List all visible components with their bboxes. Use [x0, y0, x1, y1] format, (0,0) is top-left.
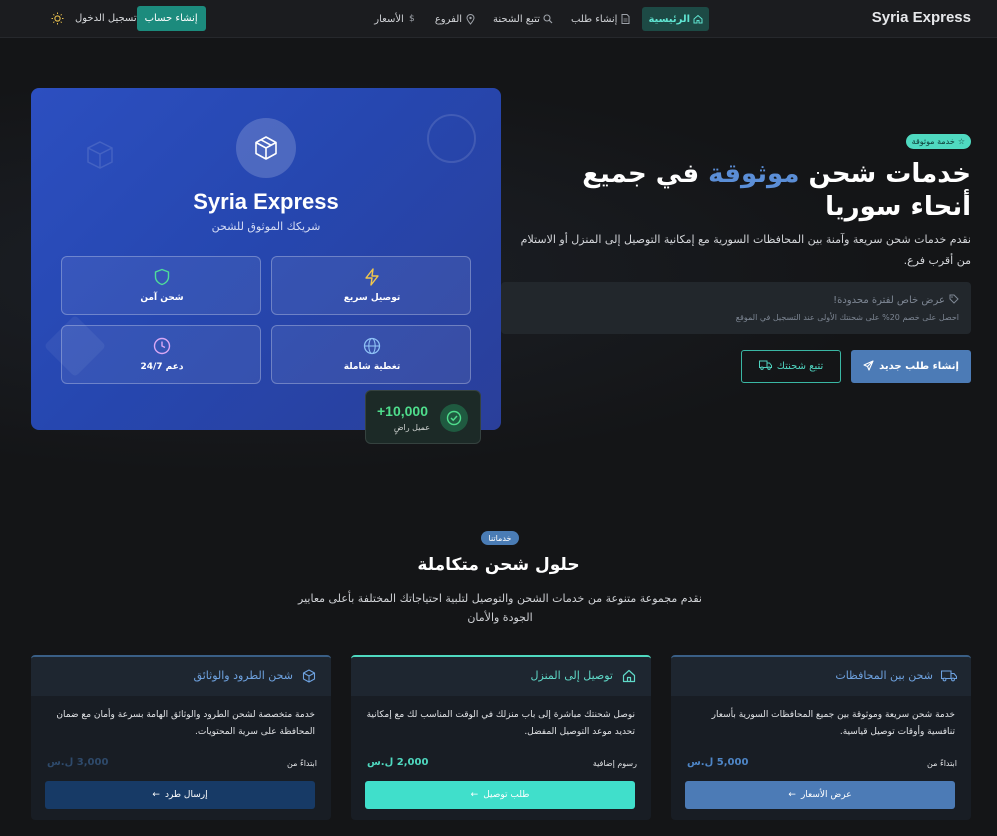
feature-label: دعم 24/7 [140, 362, 184, 372]
price-value: 5,000 ل.س [687, 757, 749, 768]
arrow-left-icon: ← [152, 790, 160, 800]
search-icon [543, 14, 553, 24]
feature-label: تغطية شاملة [343, 362, 401, 372]
view-prices-button[interactable]: عرض الأسعار ← [685, 781, 955, 809]
nav-actions: إنشاء حساب تسجيل الدخول [31, 6, 206, 31]
nav-link-label: إنشاء طلب [570, 13, 618, 25]
hero-brand-card: Syria Express شريكك الموثوق للشحن توصيل … [31, 88, 501, 430]
nav-links: الرئيسية إنشاء طلب تتبع الشحنة الفروع $ … [368, 7, 709, 31]
nav-link-track[interactable]: تتبع الشحنة [487, 7, 559, 31]
button-label: إنشاء طلب جديد [879, 361, 959, 372]
send-icon [863, 359, 874, 374]
offer-title-text: عرض خاص لفترة محدودة! [833, 295, 945, 306]
price-label: رسوم إضافية [592, 759, 637, 768]
service-card-title: شحن بين المحافظات [835, 669, 933, 682]
hero-description: نقدم خدمات شحن سريعة وآمنة بين المحافظات… [520, 233, 971, 267]
button-label: عرض الأسعار [800, 790, 852, 800]
truck-icon [941, 668, 957, 684]
card-title: Syria Express [193, 189, 339, 214]
globe-icon [272, 337, 472, 355]
clock-icon [62, 337, 262, 355]
service-card-text: خدمة شحن سريعة وموثوقة بين جميع المحافظا… [711, 710, 955, 737]
feature-fast-delivery: توصيل سريع [271, 256, 471, 315]
service-card-header: شحن بين المحافظات [671, 657, 971, 696]
lightning-icon [272, 268, 472, 286]
stat-value: +10,000 [377, 403, 428, 419]
service-card-text: نوصل شحنتك مباشرة إلى باب منزلك في الوقت… [366, 710, 635, 737]
decorative-circle [427, 114, 476, 163]
home-icon [693, 14, 703, 24]
service-card-text: خدمة متخصصة لشحن الطرود والوثائق الهامة … [56, 710, 315, 737]
price-value: 3,000 ل.س [47, 757, 109, 768]
service-card-title: شحن الطرود والوثائق [193, 669, 293, 682]
nav-link-label: الأسعار [374, 13, 404, 25]
service-card-parcels: شحن الطرود والوثائق خدمة متخصصة لشحن الط… [31, 655, 331, 820]
brand-logo[interactable]: Syria Express [872, 9, 971, 26]
offer-title: عرض خاص لفترة محدودة! [833, 294, 959, 307]
nav-link-home[interactable]: الرئيسية [642, 7, 709, 31]
request-delivery-button[interactable]: طلب توصيل ← [365, 781, 635, 809]
feature-support: دعم 24/7 [61, 325, 261, 384]
service-card-header: شحن الطرود والوثائق [31, 657, 331, 696]
feature-label: توصيل سريع [343, 293, 401, 303]
price-label: ابتداءً من [287, 759, 317, 768]
nav-link-label: الرئيسية [648, 13, 690, 25]
services-title: حلول شحن متكاملة [417, 555, 580, 575]
title-part: خدمات شحن [799, 159, 971, 189]
services-tag: خدماتنا [481, 531, 519, 545]
star-icon: ☆ [957, 137, 965, 146]
price-label: ابتداءً من [927, 759, 957, 768]
login-link[interactable]: تسجيل الدخول [75, 13, 137, 24]
arrow-left-icon: ← [470, 790, 479, 800]
service-card-home-delivery: توصيل إلى المنزل نوصل شحنتك مباشرة إلى ب… [351, 655, 651, 820]
box-icon [301, 668, 317, 684]
title-highlight: موثوقة [708, 159, 800, 189]
service-card-intercity: شحن بين المحافظات خدمة شحن سريعة وموثوقة… [671, 655, 971, 820]
offer-text: احصل على خصم 20% على شحنتك الأولى عند ال… [735, 313, 959, 322]
nav-link-prices[interactable]: $ الأسعار [368, 7, 423, 31]
create-new-order-button[interactable]: إنشاء طلب جديد [851, 350, 971, 383]
badge-label: خدمة موثوقة [911, 137, 955, 146]
send-parcel-button[interactable]: إرسال طرد ← [45, 781, 315, 809]
button-label: تتبع شحنتك [776, 361, 824, 372]
truck-icon [758, 360, 772, 373]
navbar: Syria Express الرئيسية إنشاء طلب تتبع ال… [0, 0, 997, 38]
feature-full-coverage: تغطية شاملة [271, 325, 471, 384]
check-circle-icon [440, 404, 468, 432]
special-offer-box: عرض خاص لفترة محدودة! احصل على خصم 20% ع… [501, 282, 971, 334]
feature-label: شحن آمن [140, 293, 184, 303]
card-subtitle: شريكك الموثوق للشحن [211, 220, 321, 233]
satisfied-clients-badge: +10,000 عميل راضٍ [365, 390, 481, 444]
hero-title: خدمات شحن موثوقة في جميع أنحاء سوريا [551, 158, 971, 224]
nav-link-branches[interactable]: الفروع [429, 7, 481, 31]
sun-icon[interactable] [49, 11, 65, 27]
feature-secure-shipping: شحن آمن [61, 256, 261, 315]
stat-label: عميل راضٍ [393, 423, 430, 432]
services-description: نقدم مجموعة متنوعة من خدمات الشحن والتوص… [298, 592, 702, 624]
arrow-left-icon: ← [788, 790, 796, 800]
price-value: 2,000 ل.س [367, 757, 429, 768]
nav-link-label: الفروع [434, 13, 463, 25]
decorative-cube-icon [85, 140, 115, 170]
track-shipment-button[interactable]: تتبع شحنتك [741, 350, 841, 383]
signup-button[interactable]: إنشاء حساب [136, 6, 206, 31]
service-card-title: توصيل إلى المنزل [530, 669, 613, 682]
nav-link-label: تتبع الشحنة [493, 13, 540, 25]
nav-link-create-order[interactable]: إنشاء طلب [565, 7, 637, 31]
house-icon [621, 668, 637, 684]
dollar-icon: $ [408, 14, 415, 24]
trusted-service-badge: ☆ خدمة موثوقة [905, 134, 971, 149]
tag-icon [949, 294, 959, 307]
box-logo-icon [236, 118, 296, 178]
service-card-header: توصيل إلى المنزل [351, 657, 651, 696]
shield-icon [62, 268, 262, 286]
location-pin-icon [465, 13, 475, 25]
document-icon [620, 14, 630, 24]
button-label: إرسال طرد [164, 790, 208, 800]
button-label: طلب توصيل [483, 790, 530, 800]
